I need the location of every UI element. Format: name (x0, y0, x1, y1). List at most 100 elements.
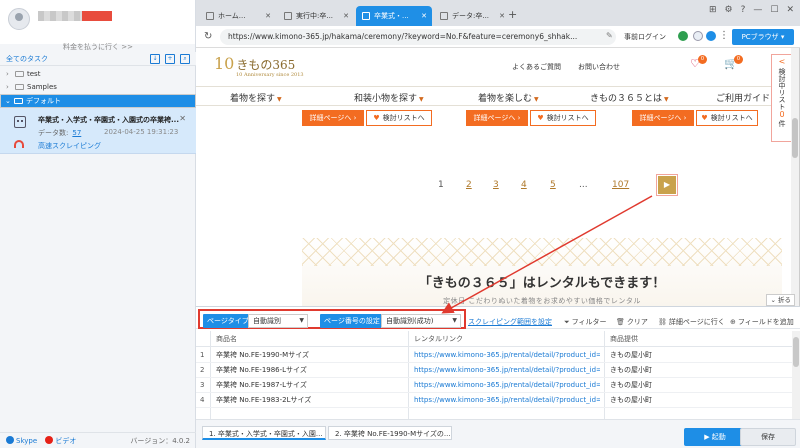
column-link[interactable]: レンタルリンク (414, 331, 463, 347)
cell-link[interactable]: https://www.kimono-365.jp/rental/detail/… (414, 348, 600, 363)
cell-provider[interactable]: きもの屋小町 (610, 378, 710, 393)
button-label: 詳細ページへ (639, 114, 682, 122)
filter-button[interactable]: ⏷ フィルター (564, 317, 606, 327)
webpage-scrollbar[interactable] (791, 48, 799, 306)
page-3[interactable]: 3 (493, 180, 499, 190)
collapse-button[interactable]: ⌄ 折る (766, 294, 795, 306)
cell-name[interactable]: 卒業袴 No.FE-1990-Mサイズ (216, 348, 406, 363)
cell-name[interactable]: 卒業袴 No.FE-1983-2Lサイズ (216, 393, 406, 408)
tab-data[interactable]: データ:卒... ✕ (434, 6, 510, 26)
avatar[interactable] (8, 8, 30, 30)
close-icon[interactable]: ✕ (179, 114, 186, 123)
close-icon[interactable]: ✕ (421, 6, 427, 26)
new-tab-button[interactable]: + (508, 8, 517, 21)
consider-list-label: 検討中リスト (778, 68, 786, 110)
cell-provider[interactable]: きもの屋小町 (610, 348, 710, 363)
close-icon[interactable]: ✕ (343, 6, 349, 26)
robot-icon (14, 116, 26, 128)
scrollbar-thumb[interactable] (792, 118, 798, 158)
import-icon[interactable]: ↓ (150, 54, 160, 64)
folder-default[interactable]: ⌄ デフォルト (0, 94, 196, 108)
page-type-select[interactable]: 自動識別 ▼ (248, 314, 308, 328)
cell-name[interactable]: 卒業袴 No.FE-1987-Lサイズ (216, 378, 406, 393)
contact-link[interactable]: お問い合わせ (578, 62, 620, 72)
cell-link[interactable]: https://www.kimono-365.jp/rental/detail/… (414, 378, 600, 393)
column-name[interactable]: 商品名 (216, 331, 237, 347)
table-row[interactable]: 3 卒業袴 No.FE-1987-Lサイズ https://www.kimono-3… (196, 378, 800, 393)
close-icon[interactable]: ✕ (265, 6, 271, 26)
data-tab-1[interactable]: 1. 卒業式・入学式・卒園式・入園... (202, 426, 326, 440)
scrollbar-thumb[interactable] (793, 337, 799, 367)
folder-samples[interactable]: › Samples (0, 81, 196, 94)
scrape-range-link[interactable]: スクレイピング範囲を設定 (468, 317, 552, 327)
consider-list-button[interactable]: ♥ 検討リストへ (366, 110, 432, 126)
pre-login-button[interactable]: 事前ログイン (624, 32, 666, 42)
page-4[interactable]: 4 (521, 180, 527, 190)
column-provider[interactable]: 商品提供 (610, 331, 638, 347)
detail-page-button[interactable]: 詳細ページへ › (632, 110, 694, 126)
tab-running[interactable]: 実行中:卒... ✕ (278, 6, 354, 26)
settings-icon[interactable]: ⚙ (725, 5, 733, 15)
table-row[interactable]: 1 卒業袴 No.FE-1990-Mサイズ https://www.kimono-3… (196, 348, 800, 363)
consider-list-panel[interactable]: < 検討中リスト 0 件 (771, 54, 793, 142)
maximize-icon[interactable]: ☐ (770, 5, 778, 15)
account-icon[interactable] (693, 31, 703, 41)
next-page-button[interactable]: ▶ (658, 176, 676, 194)
search-icon[interactable]: ⌕ (180, 54, 190, 64)
table-row[interactable]: 4 卒業袴 No.FE-1983-2Lサイズ https://www.kimono-… (196, 393, 800, 408)
cell-provider[interactable]: きもの屋小町 (610, 363, 710, 378)
add-field-button[interactable]: ⊕ フィールドを追加 (730, 317, 794, 327)
nav-accessories[interactable]: 和装小物を探す ▼ (354, 91, 424, 104)
table-row[interactable]: 2 卒業袴 No.FE-1986-Lサイズ https://www.kimono-3… (196, 363, 800, 378)
minimize-icon[interactable]: — (753, 5, 762, 15)
nav-about[interactable]: きもの３６５とは ▼ (590, 91, 669, 104)
cell-link[interactable]: https://www.kimono-365.jp/rental/detail/… (414, 363, 600, 378)
filter-icon: ⏷ (564, 318, 570, 326)
new-task-icon[interactable]: + (165, 54, 175, 64)
more-menu-icon[interactable]: ⋮ (719, 30, 729, 41)
faq-link[interactable]: よくあるご質問 (512, 62, 561, 72)
robot-extension-icon[interactable] (706, 31, 716, 41)
skype-link[interactable]: Skype (16, 437, 37, 445)
page-107[interactable]: 107 (612, 180, 629, 190)
clear-button[interactable]: 🗑 クリア (616, 317, 648, 327)
folder-test[interactable]: › test (0, 68, 196, 81)
page-5[interactable]: 5 (550, 180, 556, 190)
tab-home[interactable]: ホーム... ✕ (200, 6, 276, 26)
tasks-header-label[interactable]: 全てのタスク (6, 55, 48, 63)
table-scrollbar[interactable] (792, 331, 800, 427)
row-number: 3 (200, 381, 205, 389)
consider-list-button[interactable]: ♥ 検討リストへ (696, 110, 758, 126)
layout-icon[interactable]: ⊞ (709, 5, 717, 15)
task-item[interactable]: 卒業式・入学式・卒園式・入園式の卒業袴... ✕ データ数: 57 2024-04… (0, 108, 196, 154)
task-mode: 高速スクレイピング (38, 142, 101, 150)
url-input[interactable]: https://www.kimono-365.jp/hakama/ceremon… (220, 29, 616, 45)
cell-provider[interactable]: きもの屋小町 (610, 393, 710, 408)
page-number-select[interactable]: 自動識別(成功) ▼ (381, 314, 461, 328)
nav-guide[interactable]: ご利用ガイド (716, 91, 770, 104)
extension-icon[interactable] (678, 31, 688, 41)
goto-detail-button[interactable]: ⛓ 詳細ページに行く (658, 317, 725, 327)
close-icon[interactable]: ✕ (499, 6, 505, 26)
nav-enjoy[interactable]: 着物を楽しむ ▼ (478, 91, 539, 104)
save-button[interactable]: 保存 (740, 428, 796, 446)
count-value[interactable]: 57 (72, 129, 81, 137)
video-link[interactable]: ビデオ (55, 437, 76, 445)
start-button[interactable]: ▶ 起動 (684, 428, 746, 446)
page-2[interactable]: 2 (466, 180, 472, 190)
pay-link[interactable]: 料金を払うに行く >> (0, 42, 196, 52)
consider-list-button[interactable]: ♥ 検討リストへ (530, 110, 596, 126)
cell-name[interactable]: 卒業袴 No.FE-1986-Lサイズ (216, 363, 406, 378)
nav-kimono[interactable]: 着物を探す ▼ (230, 91, 282, 104)
help-icon[interactable]: ? (741, 5, 746, 15)
cell-link[interactable]: https://www.kimono-365.jp/rental/detail/… (414, 393, 600, 408)
close-window-icon[interactable]: ✕ (786, 5, 794, 15)
data-tab-2[interactable]: 2. 卒業袴 No.FE-1990-Mサイズの... (328, 426, 452, 440)
detail-page-button[interactable]: 詳細ページへ › (466, 110, 528, 126)
pc-browser-select[interactable]: PCブラウザ ▾ (732, 29, 794, 45)
detail-page-button[interactable]: 詳細ページへ › (302, 110, 364, 126)
reload-icon[interactable]: ↻ (204, 31, 212, 42)
edit-icon[interactable]: ✎ (606, 31, 613, 40)
tab-ceremony[interactable]: 卒業式・... ✕ (356, 6, 432, 26)
site-logo[interactable]: 10 きもの365 10 Anniversary since 2013 (214, 54, 304, 78)
